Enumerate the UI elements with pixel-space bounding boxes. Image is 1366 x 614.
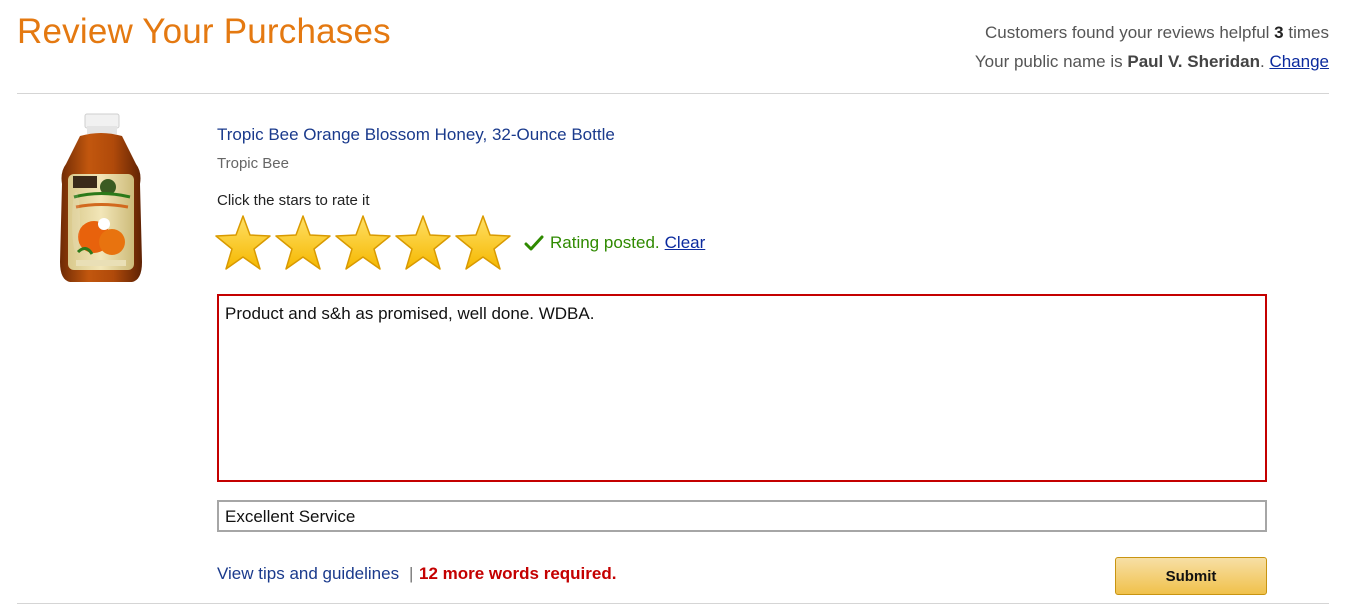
star-2-icon[interactable]	[275, 214, 331, 272]
helpful-count-line: Customers found your reviews helpful 3 t…	[985, 23, 1329, 43]
clear-rating-link[interactable]: Clear	[665, 233, 706, 253]
words-required-warning: 12 more words required.	[419, 564, 617, 583]
star-1-icon[interactable]	[215, 214, 271, 272]
rating-hint: Click the stars to rate it	[217, 192, 370, 209]
product-brand: Tropic Bee	[217, 155, 289, 172]
public-name: Paul V. Sheridan	[1127, 52, 1260, 71]
star-5-icon[interactable]	[455, 214, 511, 272]
star-4-icon[interactable]	[395, 214, 451, 272]
helpful-prefix: Customers found your reviews helpful	[985, 23, 1270, 42]
page-title: Review Your Purchases	[17, 12, 391, 51]
public-name-prefix: Your public name is	[974, 52, 1123, 71]
checkmark-icon	[524, 234, 544, 252]
helpful-suffix: times	[1288, 23, 1329, 42]
tips-guidelines-link[interactable]: View tips and guidelines	[217, 564, 399, 584]
review-headline-text: Excellent Service	[225, 507, 356, 526]
star-3-icon[interactable]	[335, 214, 391, 272]
footer-divider	[17, 603, 1329, 604]
rating-status-text: Rating posted.	[550, 233, 660, 252]
review-headline-input[interactable]: Excellent Service	[217, 500, 1267, 532]
header-divider	[17, 93, 1329, 94]
public-name-period: .	[1259, 52, 1265, 71]
star-rating	[215, 214, 515, 272]
honey-bottle-graphic	[60, 113, 142, 282]
product-title-link[interactable]: Tropic Bee Orange Blossom Honey, 32-Ounc…	[217, 125, 615, 145]
public-name-line: Your public name is Paul V. Sheridan. Ch…	[975, 52, 1329, 72]
footer-separator: |	[409, 564, 414, 583]
helpful-count: 3	[1274, 23, 1284, 42]
submit-button[interactable]: Submit	[1115, 557, 1267, 595]
review-text: Product and s&h as promised, well done. …	[225, 304, 595, 323]
review-textarea[interactable]: Product and s&h as promised, well done. …	[217, 294, 1267, 482]
rating-status: Rating posted. Clear	[524, 233, 705, 253]
change-name-link[interactable]: Change	[1269, 52, 1329, 71]
honey-bottle-image[interactable]	[46, 112, 156, 288]
